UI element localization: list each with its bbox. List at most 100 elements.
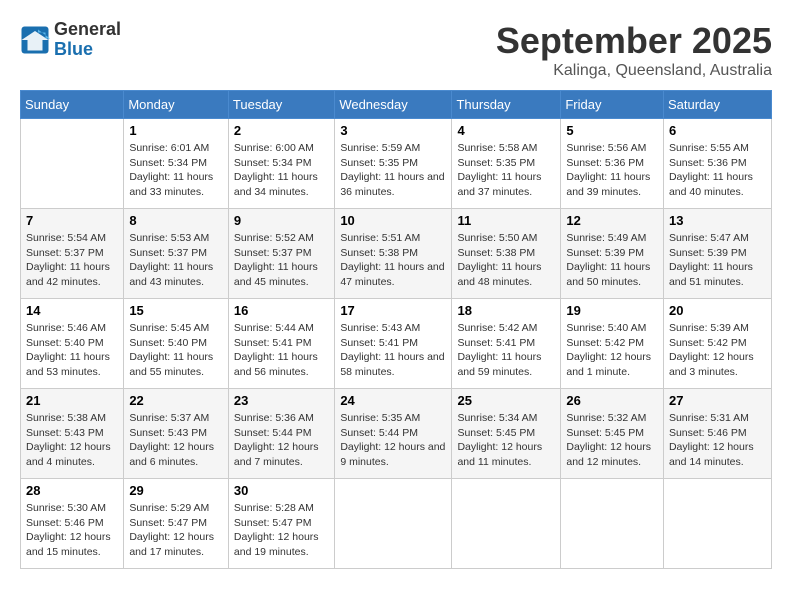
logo-icon [20, 25, 50, 55]
day-info: Sunrise: 5:45 AMSunset: 5:40 PMDaylight:… [129, 321, 223, 380]
day-info: Sunrise: 5:59 AMSunset: 5:35 PMDaylight:… [340, 141, 446, 200]
day-number: 23 [234, 393, 329, 408]
day-number: 9 [234, 213, 329, 228]
day-info: Sunrise: 5:36 AMSunset: 5:44 PMDaylight:… [234, 411, 329, 470]
calendar-cell: 19 Sunrise: 5:40 AMSunset: 5:42 PMDayligh… [561, 299, 664, 389]
calendar-cell: 21 Sunrise: 5:38 AMSunset: 5:43 PMDayligh… [21, 389, 124, 479]
day-number: 12 [566, 213, 658, 228]
day-info: Sunrise: 6:00 AMSunset: 5:34 PMDaylight:… [234, 141, 329, 200]
day-info: Sunrise: 6:01 AMSunset: 5:34 PMDaylight:… [129, 141, 223, 200]
day-info: Sunrise: 5:43 AMSunset: 5:41 PMDaylight:… [340, 321, 446, 380]
location: Kalinga, Queensland, Australia [496, 62, 772, 80]
calendar-cell: 29 Sunrise: 5:29 AMSunset: 5:47 PMDayligh… [124, 479, 229, 569]
day-info: Sunrise: 5:51 AMSunset: 5:38 PMDaylight:… [340, 231, 446, 290]
calendar-week-4: 21 Sunrise: 5:38 AMSunset: 5:43 PMDayligh… [21, 389, 772, 479]
day-info: Sunrise: 5:42 AMSunset: 5:41 PMDaylight:… [457, 321, 555, 380]
day-number: 30 [234, 483, 329, 498]
calendar-week-3: 14Sunrise: 5:46 AMSunset: 5:40 PMDayligh… [21, 299, 772, 389]
day-info: Sunrise: 5:34 AMSunset: 5:45 PMDaylight:… [457, 411, 555, 470]
day-info: Sunrise: 5:31 AMSunset: 5:46 PMDaylight:… [669, 411, 766, 470]
calendar-cell: 16 Sunrise: 5:44 AMSunset: 5:41 PMDayligh… [228, 299, 334, 389]
calendar-cell: 10 Sunrise: 5:51 AMSunset: 5:38 PMDayligh… [335, 209, 452, 299]
calendar-cell: 8 Sunrise: 5:53 AMSunset: 5:37 PMDaylight… [124, 209, 229, 299]
calendar-cell [561, 479, 664, 569]
calendar-cell: 5Sunrise: 5:56 AMSunset: 5:36 PMDaylight… [561, 119, 664, 209]
calendar-cell: 28Sunrise: 5:30 AMSunset: 5:46 PMDayligh… [21, 479, 124, 569]
day-info: Sunrise: 5:35 AMSunset: 5:44 PMDaylight:… [340, 411, 446, 470]
day-info: Sunrise: 5:52 AMSunset: 5:37 PMDaylight:… [234, 231, 329, 290]
day-info: Sunrise: 5:29 AMSunset: 5:47 PMDaylight:… [129, 501, 223, 560]
day-number: 26 [566, 393, 658, 408]
page-header: General Blue September 2025 Kalinga, Que… [20, 20, 772, 80]
calendar-table: SundayMondayTuesdayWednesdayThursdayFrid… [20, 90, 772, 569]
calendar-cell: 20 Sunrise: 5:39 AMSunset: 5:42 PMDayligh… [663, 299, 771, 389]
calendar-cell: 2 Sunrise: 6:00 AMSunset: 5:34 PMDaylight… [228, 119, 334, 209]
day-number: 15 [129, 303, 223, 318]
calendar-cell: 22Sunrise: 5:37 AMSunset: 5:43 PMDayligh… [124, 389, 229, 479]
logo-blue-text: Blue [54, 40, 121, 60]
day-info: Sunrise: 5:40 AMSunset: 5:42 PMDaylight:… [566, 321, 658, 380]
day-number: 2 [234, 123, 329, 138]
day-info: Sunrise: 5:54 AMSunset: 5:37 PMDaylight:… [26, 231, 118, 290]
day-number: 10 [340, 213, 446, 228]
day-number: 7 [26, 213, 118, 228]
day-number: 3 [340, 123, 446, 138]
calendar-cell: 7 Sunrise: 5:54 AMSunset: 5:37 PMDaylight… [21, 209, 124, 299]
weekday-header-sunday: Sunday [21, 91, 124, 119]
calendar-cell [452, 479, 561, 569]
calendar-week-1: 1 Sunrise: 6:01 AMSunset: 5:34 PMDaylight… [21, 119, 772, 209]
calendar-cell: 14Sunrise: 5:46 AMSunset: 5:40 PMDayligh… [21, 299, 124, 389]
calendar-cell: 25 Sunrise: 5:34 AMSunset: 5:45 PMDayligh… [452, 389, 561, 479]
day-info: Sunrise: 5:44 AMSunset: 5:41 PMDaylight:… [234, 321, 329, 380]
day-number: 24 [340, 393, 446, 408]
day-number: 19 [566, 303, 658, 318]
day-info: Sunrise: 5:47 AMSunset: 5:39 PMDaylight:… [669, 231, 766, 290]
day-number: 22 [129, 393, 223, 408]
day-number: 4 [457, 123, 555, 138]
day-number: 11 [457, 213, 555, 228]
weekday-header-tuesday: Tuesday [228, 91, 334, 119]
day-number: 13 [669, 213, 766, 228]
day-info: Sunrise: 5:32 AMSunset: 5:45 PMDaylight:… [566, 411, 658, 470]
day-info: Sunrise: 5:56 AMSunset: 5:36 PMDaylight:… [566, 141, 658, 200]
logo-text: General Blue [54, 20, 121, 60]
calendar-cell: 1 Sunrise: 6:01 AMSunset: 5:34 PMDaylight… [124, 119, 229, 209]
calendar-cell: 3 Sunrise: 5:59 AMSunset: 5:35 PMDaylight… [335, 119, 452, 209]
calendar-cell: 26 Sunrise: 5:32 AMSunset: 5:45 PMDayligh… [561, 389, 664, 479]
weekday-header-monday: Monday [124, 91, 229, 119]
day-info: Sunrise: 5:49 AMSunset: 5:39 PMDaylight:… [566, 231, 658, 290]
day-number: 20 [669, 303, 766, 318]
day-info: Sunrise: 5:55 AMSunset: 5:36 PMDaylight:… [669, 141, 766, 200]
calendar-cell: 18Sunrise: 5:42 AMSunset: 5:41 PMDayligh… [452, 299, 561, 389]
calendar-cell: 30Sunrise: 5:28 AMSunset: 5:47 PMDayligh… [228, 479, 334, 569]
calendar-week-5: 28Sunrise: 5:30 AMSunset: 5:46 PMDayligh… [21, 479, 772, 569]
day-number: 25 [457, 393, 555, 408]
calendar-cell [663, 479, 771, 569]
day-number: 29 [129, 483, 223, 498]
calendar-cell: 6 Sunrise: 5:55 AMSunset: 5:36 PMDaylight… [663, 119, 771, 209]
calendar-cell: 4 Sunrise: 5:58 AMSunset: 5:35 PMDaylight… [452, 119, 561, 209]
calendar-cell: 23 Sunrise: 5:36 AMSunset: 5:44 PMDayligh… [228, 389, 334, 479]
day-number: 14 [26, 303, 118, 318]
day-number: 27 [669, 393, 766, 408]
calendar-cell: 27 Sunrise: 5:31 AMSunset: 5:46 PMDayligh… [663, 389, 771, 479]
weekday-header-saturday: Saturday [663, 91, 771, 119]
day-number: 8 [129, 213, 223, 228]
calendar-cell: 15 Sunrise: 5:45 AMSunset: 5:40 PMDayligh… [124, 299, 229, 389]
day-info: Sunrise: 5:39 AMSunset: 5:42 PMDaylight:… [669, 321, 766, 380]
month-title: September 2025 [496, 20, 772, 62]
title-block: September 2025 Kalinga, Queensland, Aust… [496, 20, 772, 80]
calendar-cell: 13 Sunrise: 5:47 AMSunset: 5:39 PMDayligh… [663, 209, 771, 299]
calendar-cell [21, 119, 124, 209]
day-info: Sunrise: 5:38 AMSunset: 5:43 PMDaylight:… [26, 411, 118, 470]
weekday-header-thursday: Thursday [452, 91, 561, 119]
calendar-week-2: 7 Sunrise: 5:54 AMSunset: 5:37 PMDaylight… [21, 209, 772, 299]
day-info: Sunrise: 5:53 AMSunset: 5:37 PMDaylight:… [129, 231, 223, 290]
day-number: 6 [669, 123, 766, 138]
calendar-cell: 17Sunrise: 5:43 AMSunset: 5:41 PMDayligh… [335, 299, 452, 389]
day-number: 16 [234, 303, 329, 318]
day-info: Sunrise: 5:58 AMSunset: 5:35 PMDaylight:… [457, 141, 555, 200]
day-number: 21 [26, 393, 118, 408]
day-number: 1 [129, 123, 223, 138]
day-info: Sunrise: 5:30 AMSunset: 5:46 PMDaylight:… [26, 501, 118, 560]
